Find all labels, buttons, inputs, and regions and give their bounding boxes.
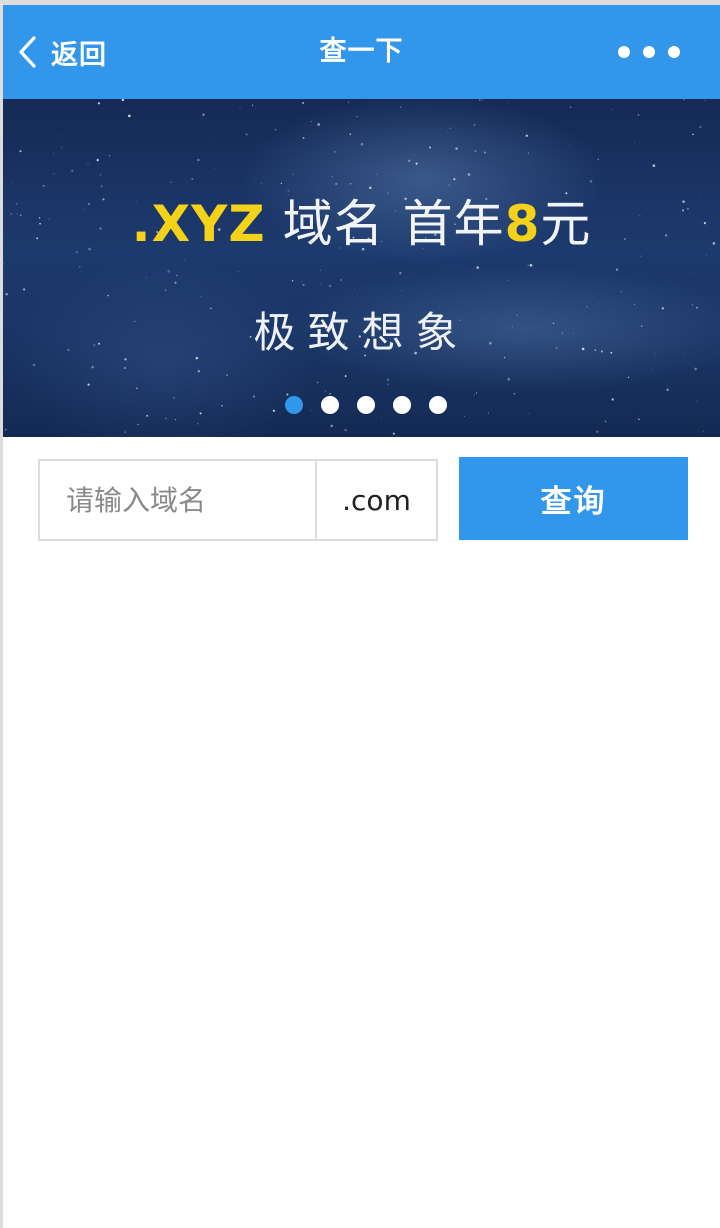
banner-text-domain: 域名 xyxy=(282,195,385,253)
query-button[interactable]: 查询 xyxy=(459,457,688,540)
more-dots-icon xyxy=(618,46,630,58)
more-dots-icon xyxy=(643,46,655,58)
starfield-background xyxy=(3,99,716,437)
carousel-dot-5[interactable] xyxy=(428,396,447,414)
chevron-left-icon xyxy=(17,35,37,69)
domain-input[interactable] xyxy=(40,461,315,539)
more-dots-icon xyxy=(668,46,680,58)
page-title: 查一下 xyxy=(319,36,404,67)
promo-banner[interactable]: .XYZ 域名 首年8元 极致想象 xyxy=(3,99,720,437)
banner-price: 8 xyxy=(504,195,541,253)
carousel-dot-2[interactable] xyxy=(320,396,339,414)
banner-slogan: 极致想象 xyxy=(253,308,470,357)
carousel-indicators xyxy=(3,396,720,414)
back-button[interactable]: 返回 xyxy=(17,5,107,99)
top-nav-bar: 返回 查一下 xyxy=(3,5,720,99)
banner-headline: .XYZ 域名 首年8元 xyxy=(3,189,720,259)
back-label: 返回 xyxy=(51,39,107,71)
banner-tld: .XYZ xyxy=(131,195,266,253)
carousel-dot-1[interactable] xyxy=(284,396,303,414)
banner-text-first-year: 首年 xyxy=(402,195,505,253)
domain-search-box: .com xyxy=(38,459,438,541)
tld-selector[interactable]: .com xyxy=(315,461,436,539)
more-options-button[interactable] xyxy=(618,5,680,99)
banner-unit: 元 xyxy=(540,195,592,253)
carousel-dot-3[interactable] xyxy=(356,396,375,414)
carousel-dot-4[interactable] xyxy=(392,396,411,414)
